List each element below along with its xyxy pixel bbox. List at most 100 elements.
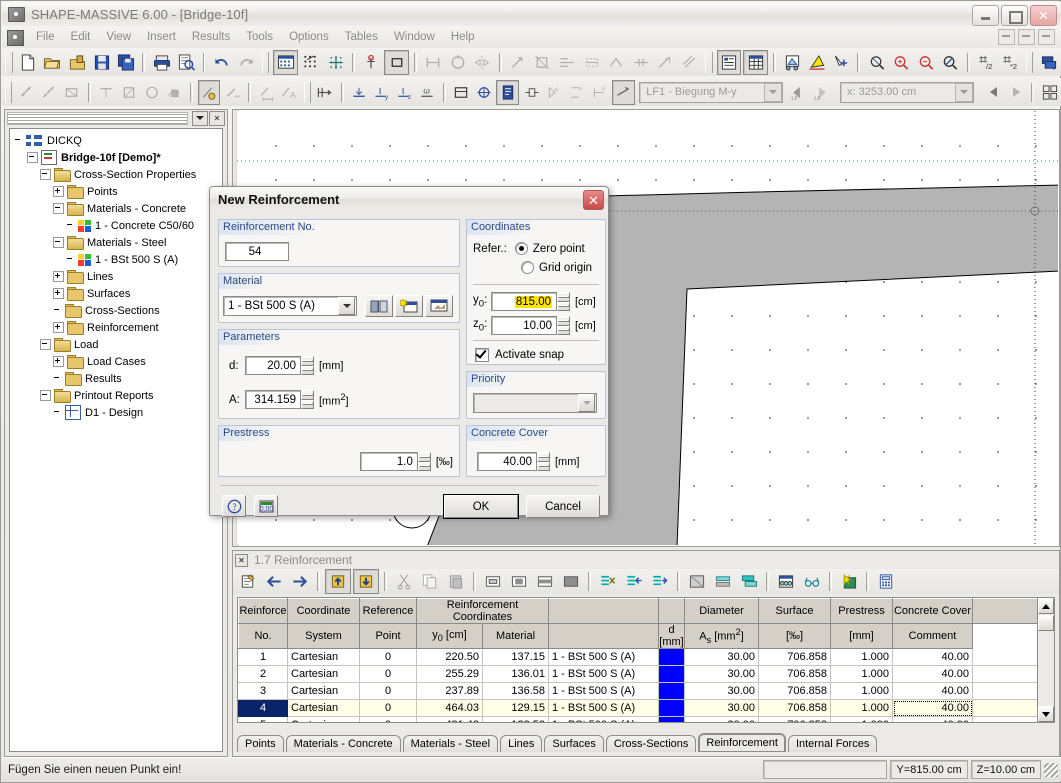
table-col-header-bottom[interactable]: d [mm] [658, 623, 685, 649]
stress-6c-button[interactable]: 6 [590, 81, 611, 104]
table-cell-material[interactable]: 1 - BSt 500 S (A) [548, 699, 659, 717]
toolbar-grip-2[interactable] [261, 51, 270, 73]
reinforcement-table[interactable]: Reinforce Coordinate Reference Reinforcemen… [237, 597, 1055, 723]
material-edit-button[interactable] [425, 295, 453, 317]
stress-6a-button[interactable]: 6 [544, 81, 565, 104]
concrete-cover-spinner[interactable] [537, 452, 550, 471]
table-cell-comment[interactable] [972, 665, 1038, 683]
table-close-button[interactable]: ✕ [235, 553, 248, 567]
menu-help[interactable]: Help [443, 29, 483, 45]
table-row[interactable]: 4 Cartesian 0 464.03 129.15 1 - BSt 500 S (A)… [238, 699, 1038, 717]
material-library-button[interactable] [365, 295, 393, 317]
tree-node[interactable]: Results [12, 370, 220, 387]
table-cell-coordinate-system[interactable]: Cartesian [287, 699, 360, 717]
table-col-header-top[interactable]: Reinforcement Coordinates [416, 598, 549, 624]
tab-reinforcement[interactable]: Reinforcement [698, 733, 786, 752]
tab-lines[interactable]: Lines [500, 735, 543, 752]
redo-button[interactable] [235, 51, 258, 74]
table-cell-reference-point[interactable]: 0 [359, 665, 417, 683]
table-col-header-top[interactable]: Diameter [684, 598, 759, 624]
grid-half-button[interactable]: /2 [975, 51, 998, 74]
z0-spinner[interactable] [557, 316, 570, 335]
menu-window[interactable]: Window [386, 29, 443, 45]
table-col-header-bottom[interactable]: System [287, 623, 360, 649]
table-cell-prestress[interactable]: 1.000 [830, 699, 893, 717]
navigator-close-button[interactable]: ✕ [209, 110, 225, 126]
chevron-down-icon-priority[interactable] [578, 394, 595, 412]
table-col-header-bottom[interactable]: y0 [cm] [416, 623, 483, 649]
activate-snap-checkbox[interactable] [475, 348, 489, 362]
table-glasses-icon[interactable] [800, 570, 824, 593]
reinforce-line-button[interactable] [39, 81, 60, 104]
table-insert-row-before-button[interactable] [622, 570, 646, 593]
priority-select[interactable] [473, 393, 597, 413]
tree-node[interactable]: DICKQ [12, 132, 220, 149]
table-col-header-bottom[interactable]: [mm] [830, 623, 893, 649]
divide-button[interactable] [629, 51, 652, 74]
table-paste-button[interactable] [444, 570, 468, 593]
trim-button[interactable] [654, 51, 677, 74]
table-next-button[interactable] [288, 570, 312, 593]
y0-spinner[interactable] [557, 292, 570, 311]
tab-surfaces[interactable]: Surfaces [544, 735, 604, 752]
table-new-item-button[interactable] [837, 570, 861, 593]
insert-point-button[interactable] [360, 51, 383, 74]
tree-expander-icon[interactable] [40, 339, 51, 350]
load-omega-button[interactable]: ω [417, 81, 438, 104]
concrete-cover-input[interactable]: 40.00 [477, 452, 537, 471]
table-move-up-button[interactable] [325, 569, 351, 594]
table-row[interactable]: 5Cartesian0481.43128.581 - BSt 500 S (A)… [238, 716, 1038, 722]
table-row[interactable]: 1 Cartesian 0 220.50 137.15 1 - BSt 500 S (A)… [238, 648, 1038, 666]
tree-expander-icon[interactable] [53, 322, 64, 333]
navigator-drag-bars[interactable] [7, 111, 188, 125]
tree-expander-icon[interactable] [53, 288, 64, 299]
table-cell-z0[interactable]: 136.58 [482, 682, 549, 700]
menu-insert[interactable]: Insert [139, 29, 184, 45]
reinforce-point-button[interactable] [16, 81, 37, 104]
reinforce-top-button[interactable] [96, 81, 117, 104]
tree-node[interactable]: Materials - Steel [12, 234, 220, 251]
table-cell-comment[interactable] [972, 699, 1038, 717]
dialog-units-button[interactable]: 0,00 [254, 495, 278, 517]
table-cell-color-swatch[interactable] [658, 716, 685, 722]
prestress-spinner[interactable] [417, 452, 431, 471]
tab-points[interactable]: Points [237, 735, 284, 752]
material-select[interactable]: 1 - BSt 500 S (A) [223, 296, 357, 316]
table-cell-concrete-cover[interactable]: 40.00 [892, 716, 973, 722]
supports-button[interactable] [315, 81, 336, 104]
point-grid-button[interactable] [300, 51, 323, 74]
table-cell-y0[interactable]: 481.43 [416, 716, 483, 722]
table-cell-diameter[interactable]: 30.00 [684, 648, 759, 666]
section-values-button[interactable] [451, 81, 472, 104]
next-position-button[interactable] [1006, 81, 1027, 104]
dialog-close-button[interactable]: ✕ [583, 190, 604, 210]
table-cell-z0[interactable]: 136.01 [482, 665, 549, 683]
table-layout-button[interactable] [711, 570, 735, 593]
tab-cross-sections[interactable]: Cross-Sections [605, 735, 697, 752]
stress-diagram-button[interactable] [612, 79, 636, 105]
toolbar2-grip-2[interactable] [303, 81, 311, 103]
dialog-help-button[interactable]: ? [222, 495, 246, 517]
tree-node[interactable]: D1 - Design [12, 404, 220, 421]
table-cell-color-swatch[interactable] [658, 682, 685, 700]
area-input[interactable]: 314.159 [245, 390, 301, 409]
chevron-down-icon-material[interactable] [338, 297, 355, 315]
show-table-button[interactable] [743, 49, 768, 75]
tree-expander-icon[interactable] [40, 169, 51, 180]
table-cell-color-swatch[interactable] [658, 665, 685, 683]
z0-input[interactable]: 10.00 [491, 316, 557, 335]
table-row-number[interactable]: 5 [238, 716, 288, 722]
table-row[interactable]: 3 Cartesian 0 237.89 136.58 1 - BSt 500 S (A)… [238, 682, 1038, 700]
table-cell-material[interactable]: 1 - BSt 500 S (A) [548, 665, 659, 683]
y0-input[interactable]: 815.00 [491, 292, 557, 311]
table-cell-z0[interactable]: 128.58 [482, 716, 549, 722]
table-col-header-top[interactable]: Coordinate [287, 598, 360, 624]
table-cell-diameter[interactable]: 30.00 [684, 682, 759, 700]
table-cell-comment[interactable] [972, 682, 1038, 700]
tree-node[interactable]: Cross-Sections [12, 302, 220, 319]
table-cell-concrete-cover[interactable]: 40.00 [892, 665, 973, 683]
table-cell-prestress[interactable]: 1.000 [830, 665, 893, 683]
mdi-minimize-button[interactable] [998, 29, 1015, 45]
table-insert-row-after-button[interactable] [648, 570, 672, 593]
table-cell-prestress[interactable]: 1.000 [830, 716, 893, 722]
